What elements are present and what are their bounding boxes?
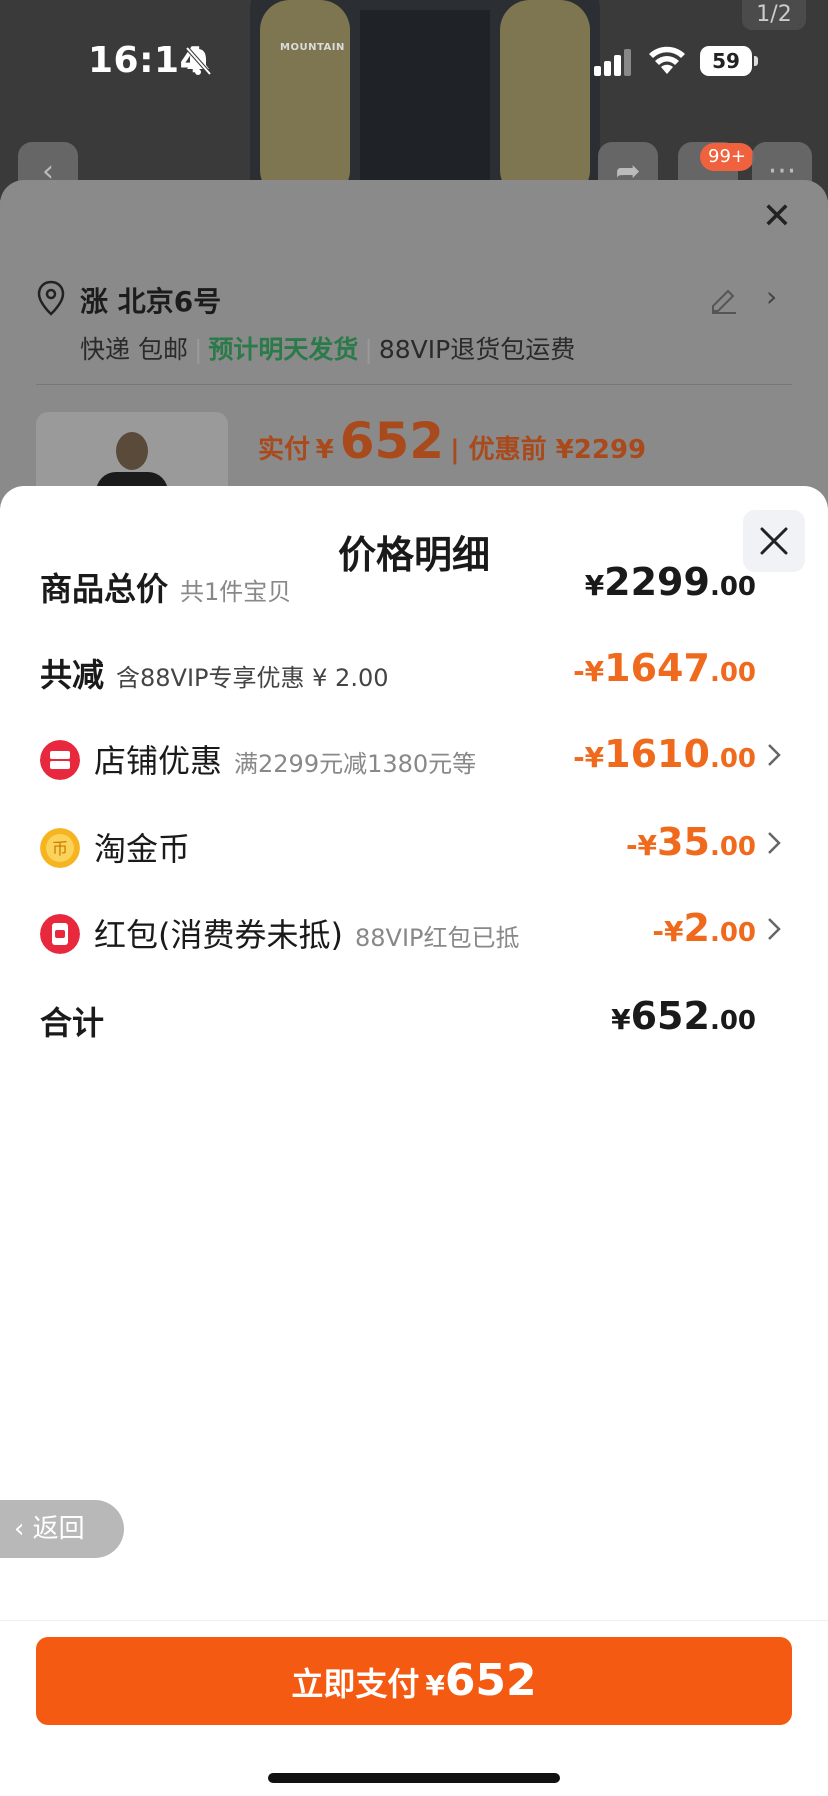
price-detail-modal: 价格明细 商品总价 共1件宝贝 ¥2299.00 共减 含88VIP专享优惠 ¥ 2…: [0, 486, 828, 1796]
row-label: 商品总价 共1件宝贝: [40, 570, 292, 608]
wifi-icon: [649, 46, 685, 74]
pay-amount: 652: [339, 412, 445, 470]
bottom-bar: 立即支付 ¥652: [0, 1620, 828, 1796]
price-row-total-discount: 共减 含88VIP专享优惠 ¥ 2.00 -¥1647.00: [40, 642, 788, 702]
row-amount: ¥652.00: [611, 994, 756, 1038]
gold-coin-icon: 币: [40, 828, 80, 868]
close-icon: [760, 527, 788, 555]
pay-button-currency: ¥: [425, 1669, 445, 1702]
address-text: 涨 北京6号: [80, 285, 222, 318]
chevron-right-icon: [768, 832, 781, 854]
row-note: 共1件宝贝: [180, 578, 292, 606]
battery-level: 59: [700, 46, 752, 76]
back-button[interactable]: ‹ 返回: [0, 1500, 124, 1558]
pay-summary: 实付 ¥652 | 优惠前 ¥2299: [258, 412, 647, 470]
price-row-total-goods: 商品总价 共1件宝贝 ¥2299.00: [40, 556, 788, 616]
row-amount: -¥1647.00: [573, 646, 756, 690]
row-note: 含88VIP专享优惠 ¥ 2.00: [116, 664, 389, 692]
bell-slash-icon: [185, 46, 212, 76]
price-row-red-packet[interactable]: 红包(消费券未抵) 88VIP红包已抵 -¥2.00: [40, 902, 788, 962]
svg-text:币: 币: [52, 839, 68, 858]
chevron-right-icon: ›: [766, 280, 778, 313]
price-row-grand-total: 合计 ¥652.00: [40, 990, 788, 1050]
battery-icon: 59: [700, 46, 758, 76]
row-amount: -¥1610.00: [573, 732, 756, 776]
pay-button-label: 立即支付: [291, 1665, 420, 1703]
row-note: 满2299元减1380元等: [234, 750, 477, 778]
cart-badge: 99+: [700, 143, 754, 171]
chevron-right-icon: [768, 918, 781, 940]
shipping-method: 快递 包邮: [80, 335, 188, 364]
row-note: 88VIP红包已抵: [354, 924, 520, 952]
home-indicator: [268, 1773, 560, 1783]
pay-currency: ¥: [315, 435, 334, 465]
row-amount: -¥35.00: [625, 820, 756, 864]
status-bar: 16:14 59: [0, 0, 828, 120]
price-row-store-discount[interactable]: 店铺优惠 满2299元减1380元等 -¥1610.00: [40, 728, 788, 788]
divider: [36, 384, 792, 385]
row-label: 店铺优惠 满2299元减1380元等: [94, 742, 477, 780]
pay-now-button[interactable]: 立即支付 ¥652: [36, 1637, 792, 1725]
red-packet-icon: [40, 914, 80, 954]
chevron-right-icon: [768, 744, 781, 766]
edit-icon[interactable]: [708, 284, 738, 314]
row-label: 合计: [40, 1004, 105, 1042]
row-amount: ¥2299.00: [584, 560, 756, 604]
close-icon[interactable]: ✕: [762, 196, 792, 237]
row-label: 共减 含88VIP专享优惠 ¥ 2.00: [40, 656, 389, 694]
signal-icon: [594, 49, 631, 76]
return-note: 88VIP退货包运费: [378, 335, 576, 364]
ship-estimate: 预计明天发货: [208, 335, 359, 364]
shipping-info: 快递 包邮 | 预计明天发货 | 88VIP退货包运费: [80, 335, 576, 364]
location-pin-icon: [37, 280, 65, 316]
row-label: 红包(消费券未抵) 88VIP红包已抵: [94, 916, 520, 954]
pay-label: 实付: [258, 435, 311, 465]
pre-discount: 优惠前 ¥2299: [468, 435, 647, 465]
row-label: 淘金币: [94, 830, 191, 868]
price-row-gold-coin[interactable]: 币 淘金币 -¥35.00: [40, 816, 788, 876]
pay-button-amount: 652: [444, 1655, 537, 1706]
back-label: 返回: [32, 1514, 85, 1544]
store-coupon-icon: [40, 740, 80, 780]
row-amount: -¥2.00: [652, 906, 756, 950]
